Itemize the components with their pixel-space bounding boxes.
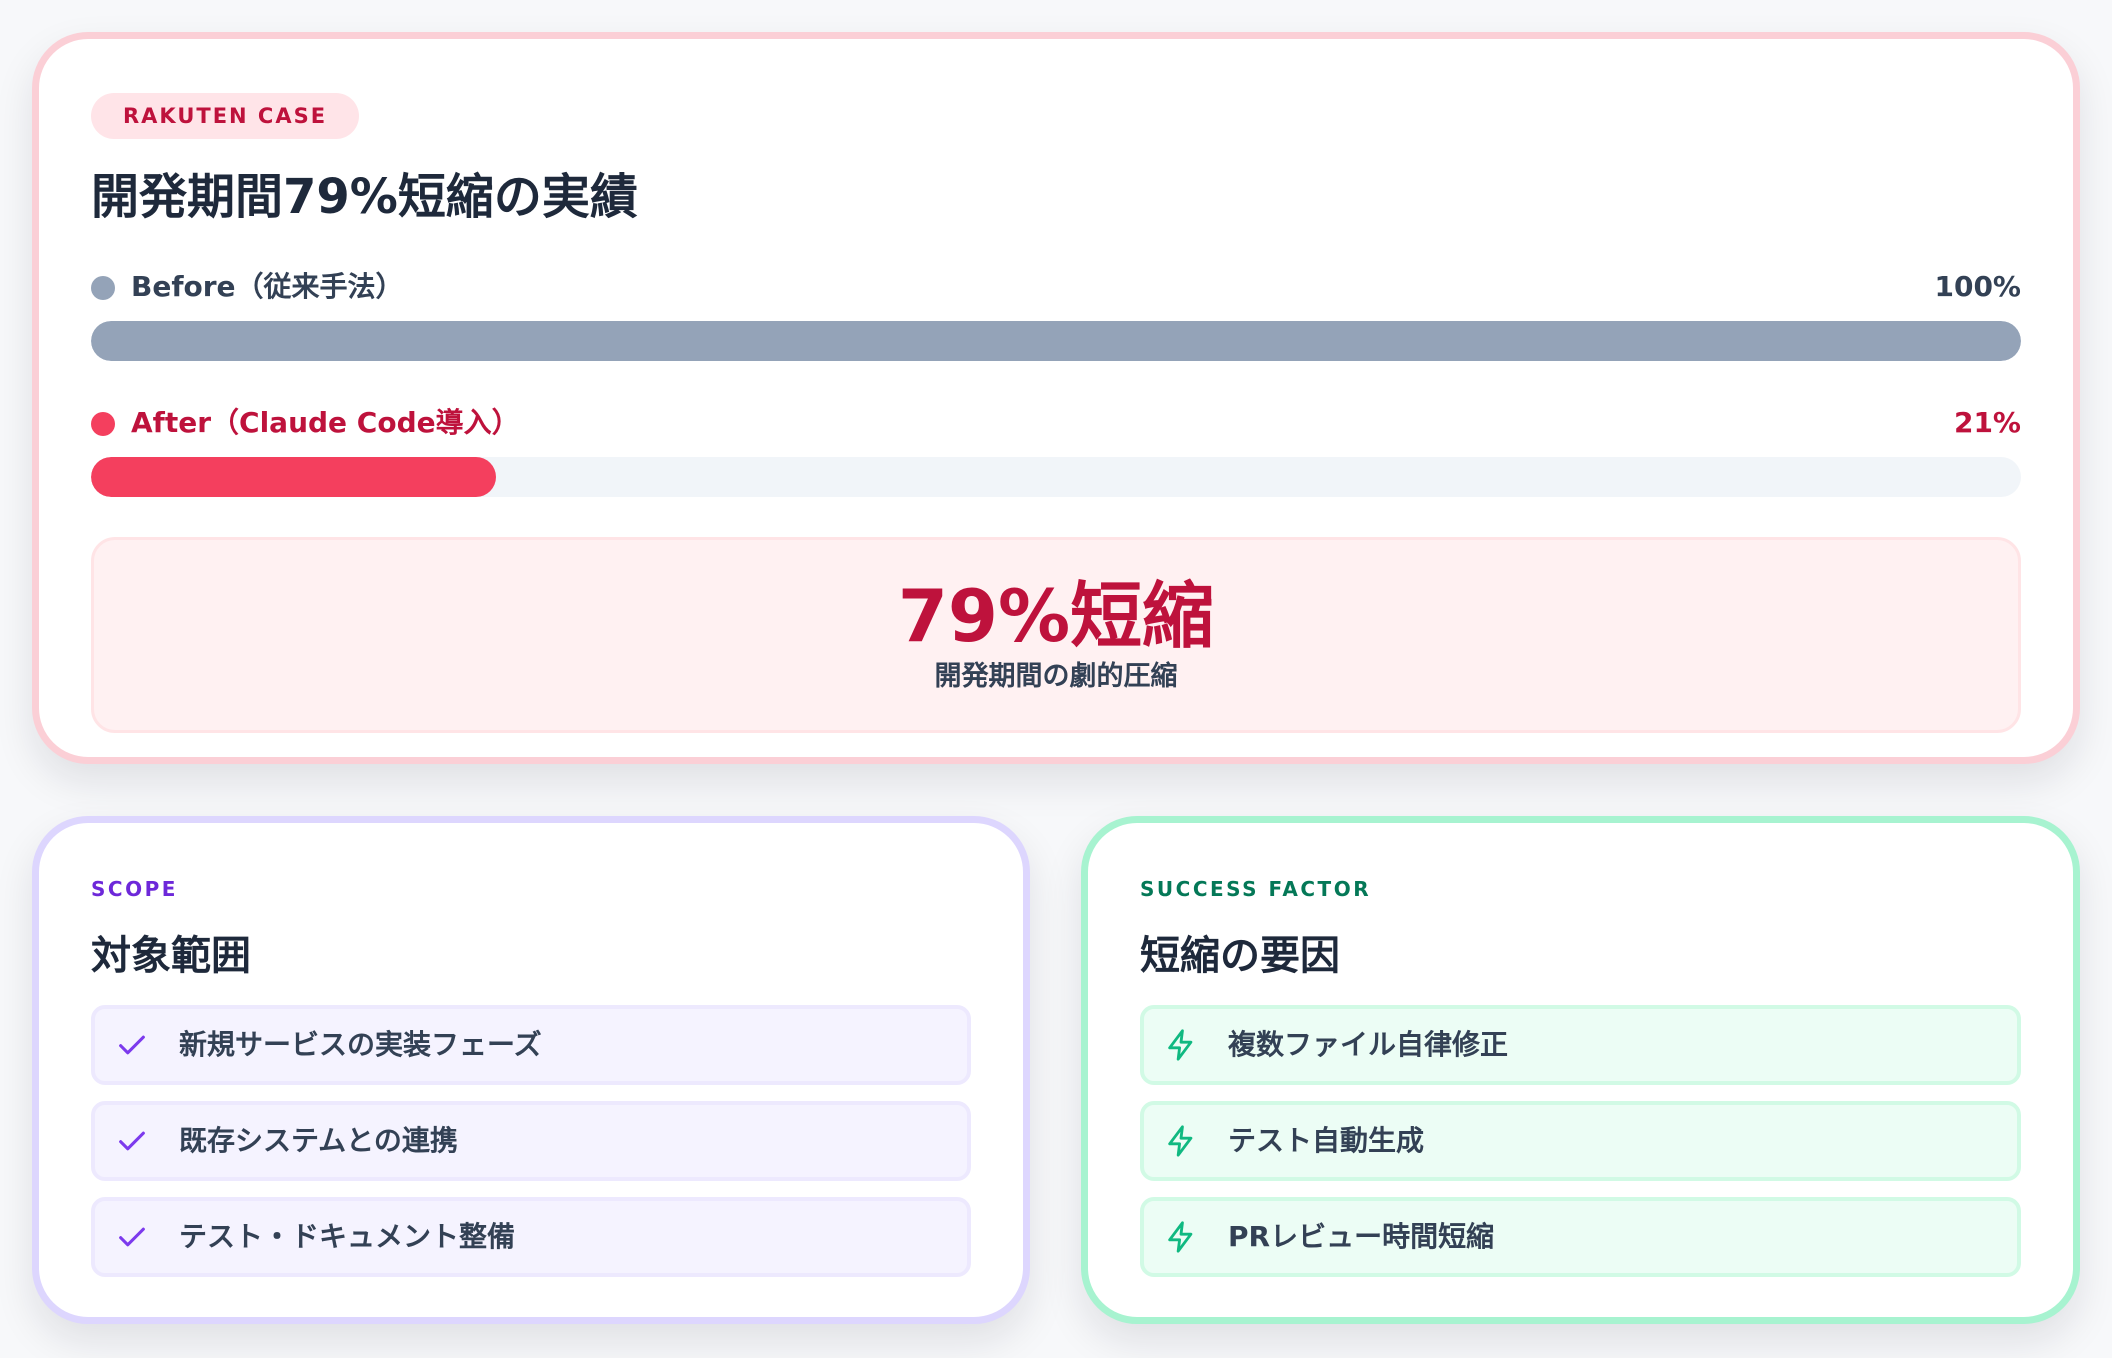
after-value: 21%	[1953, 406, 2021, 439]
result-box: 79%短縮 開発期間の劇的圧縮	[91, 537, 2021, 733]
success-list: 複数ファイル自律修正 テスト自動生成 PRレビュー時間短縮	[1140, 1005, 2021, 1277]
before-label: Before（従来手法）	[131, 270, 404, 303]
scope-item-text: 既存システムとの連携	[179, 1124, 458, 1157]
success-item-text: PRレビュー時間短縮	[1228, 1220, 1495, 1253]
before-dot-icon	[91, 276, 115, 300]
before-value: 100%	[1934, 270, 2021, 303]
after-bar-fill	[91, 457, 497, 497]
lightning-icon	[1168, 1125, 1193, 1157]
result-caption: 開発期間の劇的圧縮	[934, 661, 1178, 692]
success-title: 短縮の要因	[1140, 933, 1340, 979]
scope-list: 新規サービスの実装フェーズ 既存システムとの連携 テスト・ドキュメント整備	[91, 1005, 971, 1277]
rakuten-case-card: RAKUTEN CASE 開発期間79%短縮の実績 Before（従来手法） 1…	[32, 32, 2080, 764]
success-item-text: テスト自動生成	[1228, 1124, 1425, 1157]
check-icon	[119, 1227, 145, 1247]
after-dot-icon	[91, 412, 115, 436]
success-list-item: PRレビュー時間短縮	[1140, 1197, 2021, 1277]
after-track	[91, 457, 2021, 497]
case-badge: RAKUTEN CASE	[91, 93, 360, 139]
check-icon	[119, 1035, 145, 1055]
scope-item-text: テスト・ドキュメント整備	[179, 1220, 516, 1253]
lightning-icon	[1168, 1029, 1193, 1061]
before-track	[91, 321, 2021, 361]
success-list-item: テスト自動生成	[1140, 1101, 2021, 1181]
success-item-text: 複数ファイル自律修正	[1228, 1028, 1509, 1061]
check-icon	[119, 1131, 145, 1151]
scope-card: SCOPE 対象範囲 新規サービスの実装フェーズ 既存システムとの連携 テスト・…	[32, 816, 1030, 1324]
scope-list-item: 既存システムとの連携	[91, 1101, 971, 1181]
success-factor-card: SUCCESS FACTOR 短縮の要因 複数ファイル自律修正 テスト自動生成 …	[1081, 816, 2080, 1324]
scope-item-text: 新規サービスの実装フェーズ	[179, 1028, 542, 1061]
success-eyebrow: SUCCESS FACTOR	[1140, 877, 1372, 901]
after-row: After（Claude Code導入） 21%	[91, 403, 2021, 443]
result-headline: 79%短縮	[897, 574, 1215, 658]
before-row: Before（従来手法） 100%	[91, 267, 2021, 307]
page: RAKUTEN CASE 開発期間79%短縮の実績 Before（従来手法） 1…	[0, 0, 2112, 1358]
lightning-icon	[1168, 1221, 1193, 1253]
scope-list-item: 新規サービスの実装フェーズ	[91, 1005, 971, 1085]
case-title: 開発期間79%短縮の実績	[91, 169, 638, 225]
scope-title: 対象範囲	[91, 933, 251, 979]
before-bar-fill	[91, 321, 2021, 361]
after-label: After（Claude Code導入）	[131, 406, 520, 439]
success-list-item: 複数ファイル自律修正	[1140, 1005, 2021, 1085]
scope-eyebrow: SCOPE	[91, 877, 178, 901]
scope-list-item: テスト・ドキュメント整備	[91, 1197, 971, 1277]
